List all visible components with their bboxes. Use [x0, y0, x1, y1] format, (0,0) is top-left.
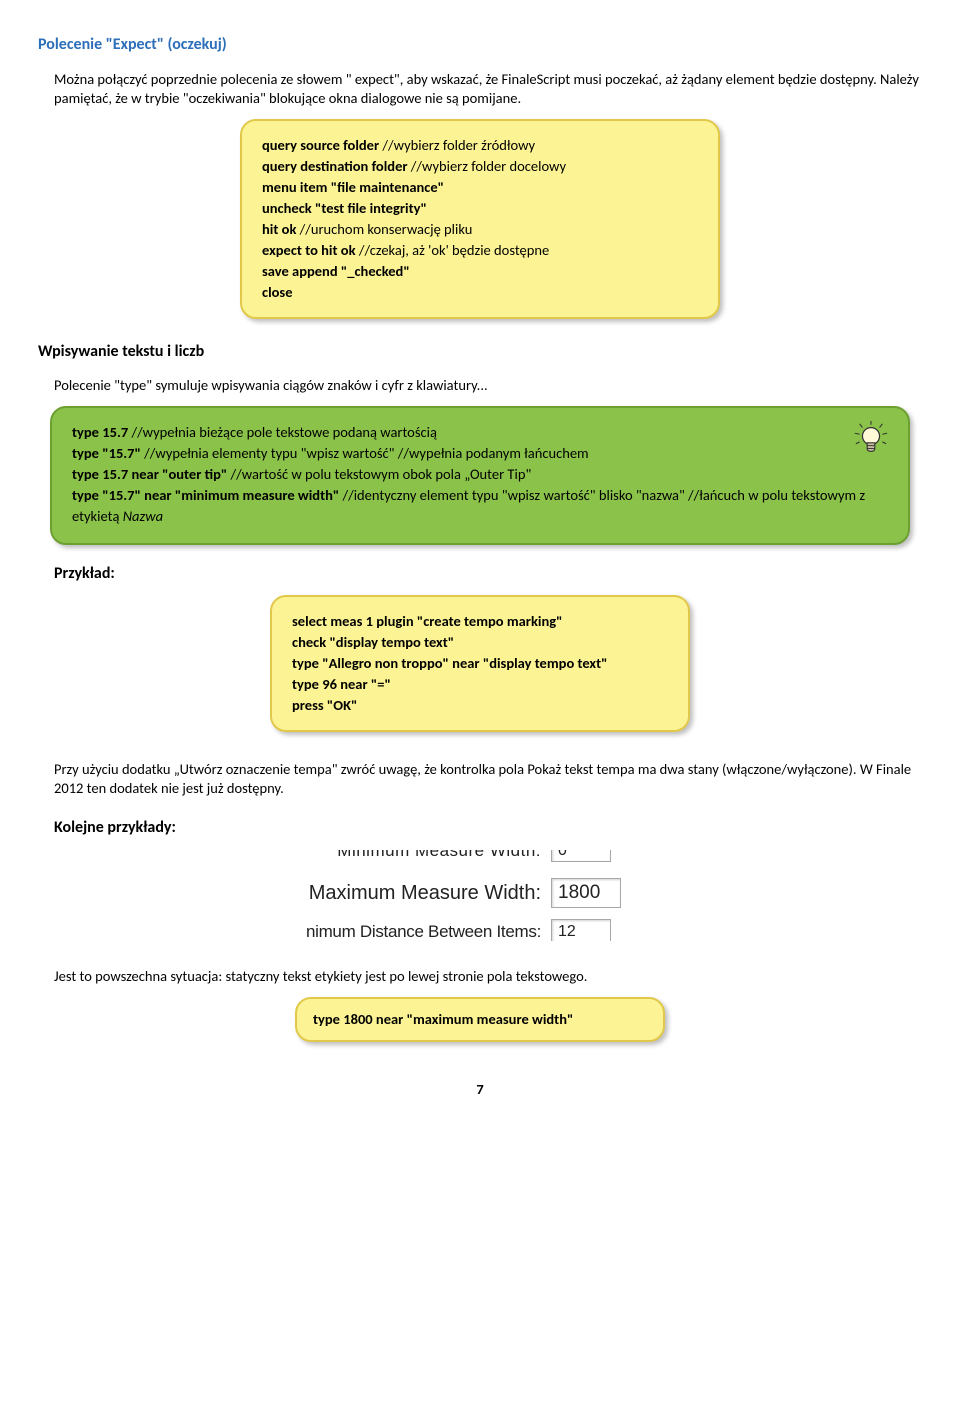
settings-screenshot: Minimum Measure Width: 0 Maximum Measure… — [245, 848, 715, 943]
code-box-1800: type 1800 near "maximum measure width" — [295, 997, 665, 1042]
lightbulb-icon — [852, 420, 890, 458]
para-label-left: Jest to powszechna sytuacja: statyczny t… — [54, 967, 922, 987]
min-distance-label: nimum Distance Between Items: — [251, 923, 541, 940]
para-expect-desc: Można połączyć poprzednie polecenia ze s… — [54, 70, 922, 109]
para-type-desc: Polecenie "type" symuluje wpisywania cią… — [54, 376, 922, 396]
page-number: 7 — [38, 1080, 922, 1100]
min-distance-field[interactable]: 12 — [551, 919, 611, 941]
tip-box-type: type 15.7 //wypełnia bieżące pole teksto… — [50, 406, 910, 545]
para-tempo-note: Przy użyciu dodatku „Utwórz oznaczenie t… — [54, 760, 922, 799]
heading-typing: Wpisywanie tekstu i liczb — [38, 341, 922, 363]
code-box-tempo: select meas 1 plugin "create tempo marki… — [270, 595, 690, 732]
min-measure-width-field[interactable]: 0 — [551, 850, 611, 862]
min-measure-width-label: Minimum Measure Width: — [251, 850, 541, 859]
heading-example: Przykład: — [54, 563, 922, 585]
max-measure-width-label: Maximum Measure Width: — [251, 883, 541, 903]
heading-more-examples: Kolejne przykłady: — [54, 817, 922, 839]
code-box-expect: query source folder //wybierz folder źró… — [240, 119, 720, 319]
max-measure-width-field[interactable]: 1800 — [551, 878, 621, 908]
heading-expect: Polecenie "Expect" (oczekuj) — [38, 34, 922, 56]
